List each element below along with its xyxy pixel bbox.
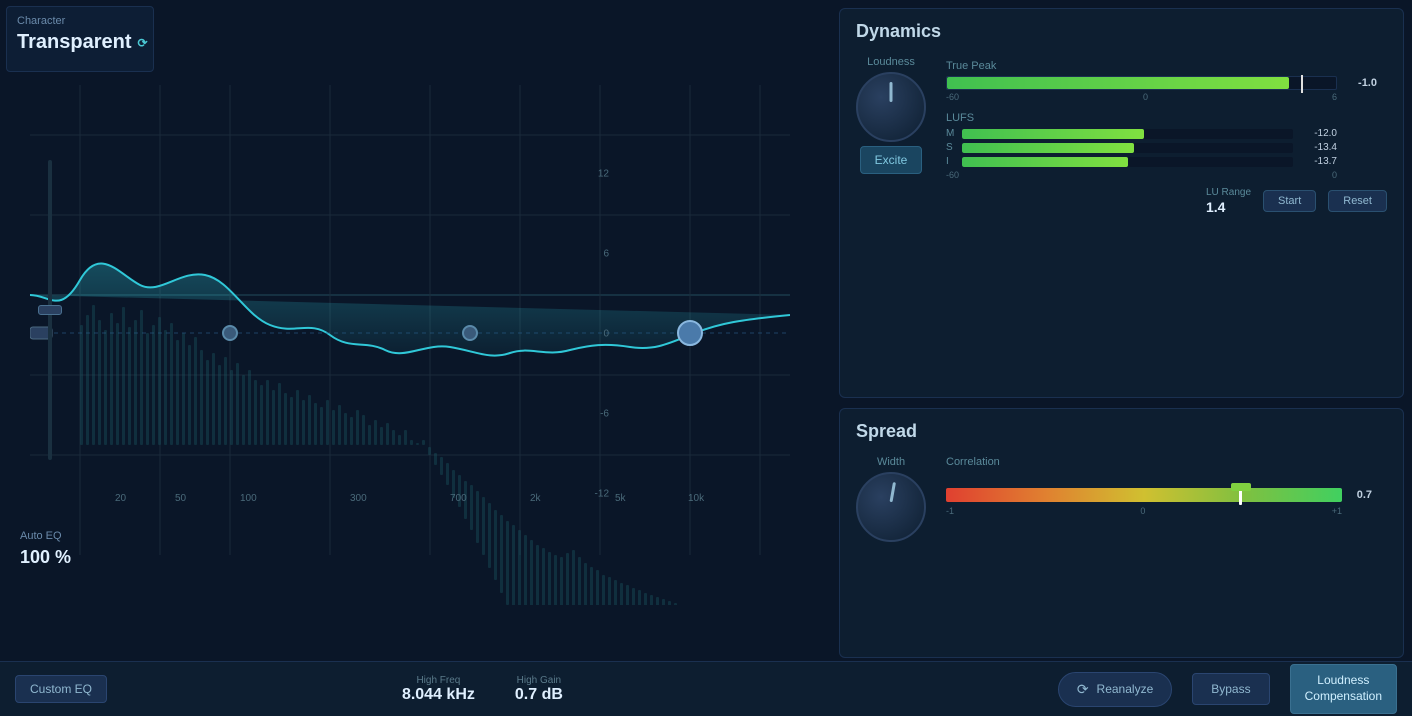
high-freq-label: High Freq xyxy=(416,675,460,686)
db-label-6: 6 xyxy=(603,249,609,260)
db-label-neg6: -6 xyxy=(600,409,609,420)
true-peak-scale: -60 0 6 xyxy=(946,92,1337,102)
character-text: Transparent xyxy=(17,31,131,54)
true-peak-value: -1.0 xyxy=(1358,77,1377,89)
lufs-i-fill xyxy=(962,157,1128,167)
lufs-scale: -60 0 xyxy=(946,170,1337,180)
corr-0: 0 xyxy=(1140,506,1145,516)
lufs-section: LUFS M -12.0 S xyxy=(946,112,1387,215)
freq-label-300: 300 xyxy=(350,493,367,504)
true-peak-marker xyxy=(1301,75,1303,93)
auto-eq-area: Auto EQ 100 % xyxy=(20,528,71,572)
width-knob[interactable] xyxy=(856,472,926,542)
db-label-neg12: -12 xyxy=(595,489,609,500)
lufs-s-fill xyxy=(962,143,1134,153)
width-label: Width xyxy=(877,456,905,468)
scale-0: 0 xyxy=(1143,92,1148,102)
corr-minus1: -1 xyxy=(946,506,954,516)
lufs-scale-minus60: -60 xyxy=(946,170,959,180)
lufs-m-fill xyxy=(962,129,1144,139)
auto-eq-value: 100 % xyxy=(20,544,71,571)
reset-button[interactable]: Reset xyxy=(1328,190,1387,212)
high-freq-value: 8.044 kHz xyxy=(402,686,475,704)
loudness-comp-line2: Compensation xyxy=(1305,689,1382,703)
character-panel: Character Transparent ⟳ xyxy=(6,6,154,72)
correlation-track xyxy=(946,488,1342,502)
freq-label-10k: 10k xyxy=(688,493,704,504)
excite-button[interactable]: Excite xyxy=(860,146,923,174)
lufs-s-track xyxy=(962,143,1293,153)
lufs-i-row: I -13.7 xyxy=(946,156,1337,167)
lu-range-info: LU Range 1.4 xyxy=(1206,186,1251,215)
bottom-bar: Custom EQ High Freq 8.044 kHz High Gain … xyxy=(0,661,1412,716)
lufs-m-value: -12.0 xyxy=(1299,128,1337,139)
lufs-m-label: M xyxy=(946,128,956,139)
db-label-0: 0 xyxy=(603,329,609,340)
character-label: Character xyxy=(17,15,143,27)
slider-handle[interactable] xyxy=(38,305,62,315)
scale-6: 6 xyxy=(1332,92,1337,102)
correlation-label: Correlation xyxy=(946,456,1387,468)
freq-label-50: 50 xyxy=(175,493,186,504)
lufs-i-track xyxy=(962,157,1293,167)
lufs-scale-0: 0 xyxy=(1332,170,1337,180)
freq-label-2k: 2k xyxy=(530,493,541,504)
custom-eq-button[interactable]: Custom EQ xyxy=(15,675,107,703)
lu-range-area: LU Range 1.4 Start Reset xyxy=(946,186,1387,215)
eq-curve-svg xyxy=(30,85,790,605)
vertical-slider[interactable] xyxy=(35,160,65,500)
true-peak-label: True Peak xyxy=(946,60,1387,72)
correlation-green-bar xyxy=(1231,483,1251,491)
spread-section: Spread Width Correlation 0.7 -1 0 xyxy=(839,408,1404,658)
lu-range-value: 1.4 xyxy=(1206,199,1251,215)
loudness-label: Loudness xyxy=(867,56,915,68)
lufs-s-label: S xyxy=(946,142,956,153)
bypass-button[interactable]: Bypass xyxy=(1192,673,1269,705)
freq-label-20: 20 xyxy=(115,493,126,504)
lu-range-label: LU Range xyxy=(1206,186,1251,199)
reanalyze-button[interactable]: ⟳ Reanalyze xyxy=(1058,672,1172,707)
high-freq-field: High Freq 8.044 kHz xyxy=(402,675,475,704)
auto-eq-label: Auto EQ xyxy=(20,528,71,545)
loudness-comp-line1: Loudness xyxy=(1317,673,1369,687)
character-arrow-icon[interactable]: ⟳ xyxy=(137,36,147,50)
true-peak-bar xyxy=(946,76,1337,90)
width-knob-indicator xyxy=(890,482,896,502)
lufs-m-row: M -12.0 xyxy=(946,128,1337,139)
true-peak-fill xyxy=(947,77,1289,89)
freq-label-100: 100 xyxy=(240,493,257,504)
loudness-compensation-button[interactable]: Loudness Compensation xyxy=(1290,664,1397,713)
lufs-label: LUFS xyxy=(946,112,1387,124)
freq-label-700: 700 xyxy=(450,493,467,504)
reanalyze-label: Reanalyze xyxy=(1097,682,1154,696)
corr-plus1: +1 xyxy=(1332,506,1342,516)
lufs-s-row: S -13.4 xyxy=(946,142,1337,153)
slider-track xyxy=(48,160,52,460)
loudness-knob[interactable] xyxy=(856,72,926,142)
high-gain-label: High Gain xyxy=(517,675,561,686)
correlation-scale: -1 0 +1 xyxy=(946,506,1342,516)
high-gain-field: High Gain 0.7 dB xyxy=(515,675,563,704)
knob-indicator xyxy=(890,82,893,102)
reanalyze-icon: ⟳ xyxy=(1077,681,1089,698)
db-label-12: 12 xyxy=(598,169,609,180)
freq-label-5k: 5k xyxy=(615,493,626,504)
lufs-i-label: I xyxy=(946,156,956,167)
lufs-i-value: -13.7 xyxy=(1299,156,1337,167)
lufs-s-value: -13.4 xyxy=(1299,142,1337,153)
scale-minus60: -60 xyxy=(946,92,959,102)
start-button[interactable]: Start xyxy=(1263,190,1316,212)
width-knob-container: Width xyxy=(856,456,926,542)
bottom-center: High Freq 8.044 kHz High Gain 0.7 dB xyxy=(127,675,838,704)
correlation-area: Correlation 0.7 -1 0 +1 xyxy=(946,456,1387,516)
lufs-m-track xyxy=(962,129,1293,139)
character-value: Transparent ⟳ xyxy=(17,31,143,54)
dynamics-title: Dynamics xyxy=(856,21,1387,42)
loudness-knob-container: Loudness Excite xyxy=(856,56,926,174)
high-gain-value: 0.7 dB xyxy=(515,686,563,704)
spread-title: Spread xyxy=(856,421,1387,442)
true-peak-section: True Peak -1.0 -60 0 6 xyxy=(946,60,1387,102)
correlation-value: 0.7 xyxy=(1357,489,1372,501)
dynamics-section: Dynamics Loudness Excite True Peak -1.0 xyxy=(839,8,1404,398)
